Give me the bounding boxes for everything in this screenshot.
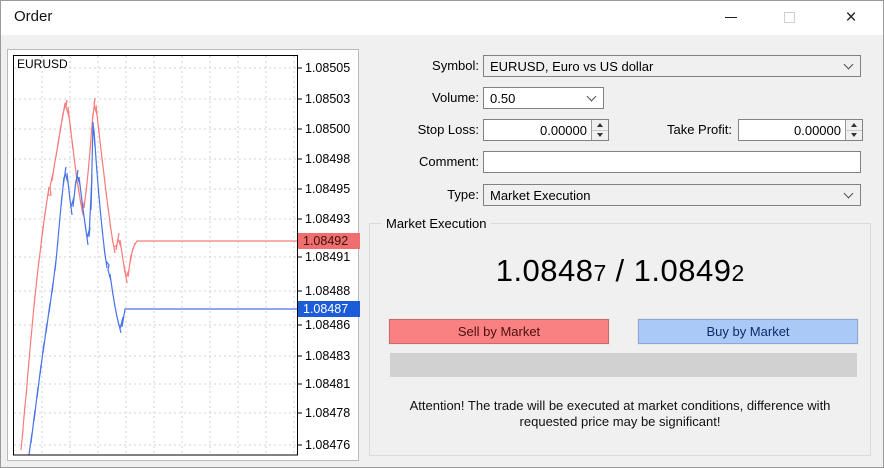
order-type-value: Market Execution <box>490 188 841 203</box>
order-window: { "window": { "title": "Order", "control… <box>0 0 884 468</box>
price-axis-label: 1.08483 <box>305 348 360 364</box>
take-profit-increment-button[interactable] <box>846 120 862 131</box>
close-icon: × <box>845 8 856 27</box>
price-axis-label: 1.08505 <box>305 60 360 76</box>
price-axis-label: 1.08500 <box>305 121 360 137</box>
tick-chart-panel: EURUSD 1.08505 1.08503 1.08500 1.08498 1.084… <box>7 49 359 461</box>
take-profit-decrement-button[interactable] <box>846 131 862 141</box>
chevron-down-icon <box>587 91 597 101</box>
quote-ask-main: 1.0849 <box>634 253 732 288</box>
quote-ask-last-digit: 2 <box>732 260 745 286</box>
tick-chart-svg <box>13 55 303 456</box>
maximize-button <box>766 1 812 34</box>
maximize-icon <box>784 12 795 23</box>
execution-warning-text: Attention! The trade will be executed at… <box>379 398 861 430</box>
price-axis-label: 1.08491 <box>305 249 360 265</box>
chevron-down-icon <box>844 188 854 198</box>
minimize-icon <box>725 17 737 18</box>
price-axis-label: 1.08503 <box>305 91 360 107</box>
take-profit-label: Take Profit: <box>601 122 732 138</box>
window-title: Order <box>14 8 52 25</box>
quote-bid-last-digit: 7 <box>594 260 607 286</box>
execution-progress-bar <box>390 353 857 377</box>
bid-ask-quote: 1.08487 / 1.08492 <box>369 253 871 289</box>
order-type-select[interactable]: Market Execution <box>483 184 861 206</box>
symbol-label: Symbol: <box>361 58 479 74</box>
buy-by-market-button[interactable]: Buy by Market <box>638 319 858 344</box>
chart-symbol-label: EURUSD <box>17 57 68 71</box>
price-axis-label: 1.08488 <box>305 283 360 299</box>
price-axis-label: 1.08476 <box>305 437 360 453</box>
stop-loss-spinner <box>483 119 609 141</box>
stop-loss-label: Stop Loss: <box>361 122 479 138</box>
price-axis-label: 1.08493 <box>305 211 360 227</box>
comment-label: Comment: <box>361 154 479 170</box>
sell-by-market-button[interactable]: Sell by Market <box>389 319 609 344</box>
quote-bid-main: 1.0848 <box>496 253 594 288</box>
price-axis-label: 1.08478 <box>305 405 360 421</box>
quote-separator: / <box>606 253 633 288</box>
price-axis-label: 1.08498 <box>305 151 360 167</box>
symbol-select[interactable]: EURUSD, Euro vs US dollar <box>483 55 861 77</box>
close-button[interactable]: × <box>828 1 874 34</box>
price-axis-label: 1.08481 <box>305 376 360 392</box>
arrow-up-icon <box>851 123 857 127</box>
take-profit-spinner <box>738 119 863 141</box>
stop-loss-input[interactable] <box>484 120 591 140</box>
volume-select[interactable]: 0.50 <box>483 87 604 109</box>
type-label: Type: <box>361 187 479 203</box>
price-axis-label: 1.08495 <box>305 181 360 197</box>
arrow-down-icon <box>851 133 857 137</box>
series-bid <box>29 122 297 455</box>
symbol-value: EURUSD, Euro vs US dollar <box>490 59 841 74</box>
comment-input[interactable] <box>483 151 861 173</box>
series-ask <box>21 98 297 450</box>
volume-label: Volume: <box>361 90 479 106</box>
bid-price-tag: 1.08487 <box>298 301 360 317</box>
take-profit-input[interactable] <box>739 120 845 140</box>
warning-line-1: Attention! The trade will be executed at… <box>379 398 861 414</box>
chevron-down-icon <box>844 59 854 69</box>
warning-line-2: requested price may be significant! <box>379 414 861 430</box>
ask-price-tag: 1.08492 <box>298 233 360 249</box>
minimize-button[interactable] <box>708 1 754 34</box>
title-bar: Order × <box>1 1 883 35</box>
take-profit-spin-buttons <box>845 120 862 140</box>
market-execution-group-title: Market Execution <box>381 216 491 231</box>
volume-value: 0.50 <box>490 91 584 106</box>
price-axis-label: 1.08486 <box>305 317 360 333</box>
